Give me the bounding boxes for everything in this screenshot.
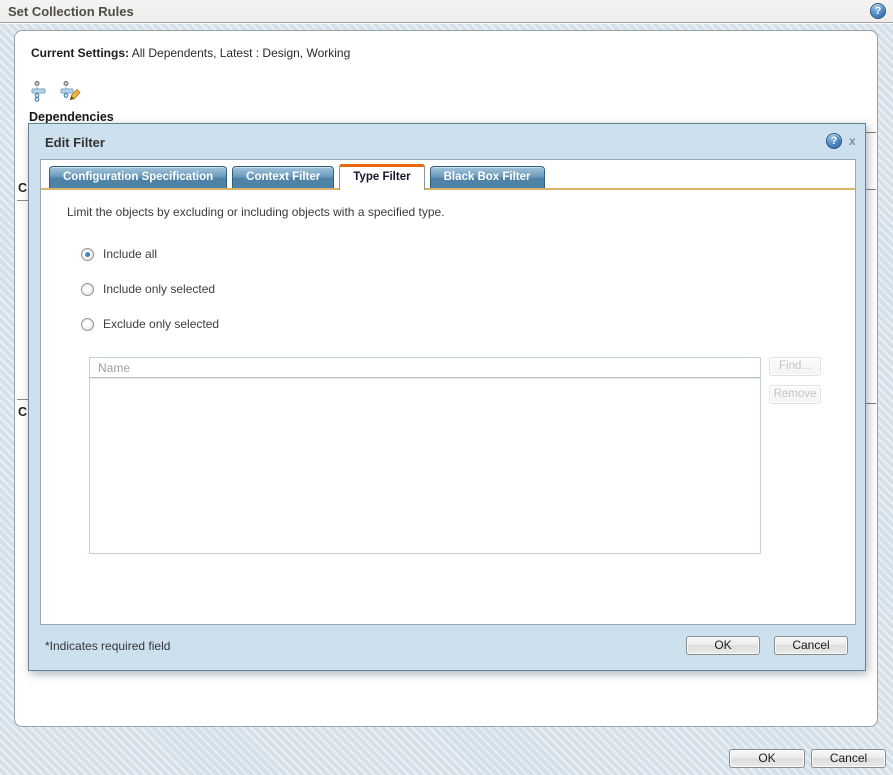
radio-include-only-selected[interactable]: Include only selected xyxy=(81,282,855,296)
remove-button[interactable]: Remove xyxy=(769,385,821,404)
tab-type-filter[interactable]: Type Filter xyxy=(339,164,425,190)
type-list-area: Name Find... Remove xyxy=(89,357,855,554)
current-settings-value: All Dependents, Latest : Design, Working xyxy=(131,46,351,60)
filter-tabstrip: Configuration Specification Context Filt… xyxy=(41,160,855,190)
dependencies-tree-icon[interactable] xyxy=(30,80,52,102)
radio-button-icon[interactable] xyxy=(81,317,94,331)
hidden-section-fragment: C xyxy=(18,405,28,419)
tabstrip-underline xyxy=(41,188,855,190)
ok-button[interactable]: OK xyxy=(729,749,805,768)
hidden-separator-fragment xyxy=(866,189,876,190)
tab-black-box-filter[interactable]: Black Box Filter xyxy=(429,166,545,188)
hidden-separator-fragment xyxy=(17,399,28,400)
list-button-column: Find... Remove xyxy=(769,357,821,554)
hidden-separator-fragment xyxy=(866,403,876,404)
type-filter-radio-group: Include all Include only selected Exclud… xyxy=(81,247,855,331)
page-title: Set Collection Rules xyxy=(8,4,134,19)
edit-filter-dialog: Edit Filter ? x Configuration Specificat… xyxy=(28,123,866,671)
ok-button[interactable]: OK xyxy=(686,636,760,655)
hidden-separator-fragment xyxy=(17,200,28,201)
type-name-list[interactable]: Name xyxy=(89,357,761,554)
dependencies-toolbar xyxy=(30,80,82,102)
help-icon[interactable]: ? xyxy=(870,3,886,19)
radio-label: Include all xyxy=(103,247,158,261)
radio-exclude-only-selected[interactable]: Exclude only selected xyxy=(81,317,855,331)
help-icon[interactable]: ? xyxy=(826,133,842,149)
current-settings-label: Current Settings: xyxy=(31,46,130,60)
filter-tab-panel: Configuration Specification Context Filt… xyxy=(40,159,856,625)
name-column-header[interactable]: Name xyxy=(90,358,760,378)
find-button[interactable]: Find... xyxy=(769,357,821,376)
cancel-button[interactable]: Cancel xyxy=(811,749,886,768)
tab-context-filter[interactable]: Context Filter xyxy=(232,166,335,188)
radio-include-all[interactable]: Include all xyxy=(81,247,855,261)
page-header: Set Collection Rules ? xyxy=(0,0,893,23)
radio-label: Include only selected xyxy=(103,282,216,296)
radio-button-icon[interactable] xyxy=(81,247,94,261)
hidden-separator-fragment xyxy=(866,132,876,133)
dependencies-section-label: Dependencies xyxy=(29,110,114,124)
edit-dependencies-tree-icon[interactable] xyxy=(60,80,82,102)
cancel-button[interactable]: Cancel xyxy=(774,636,848,655)
current-settings: Current Settings: All Dependents, Latest… xyxy=(31,46,350,60)
close-icon[interactable]: x xyxy=(847,133,858,149)
hidden-section-fragment: C xyxy=(18,181,28,195)
dialog-title: Edit Filter xyxy=(45,135,105,150)
tab-configuration-specification[interactable]: Configuration Specification xyxy=(49,166,228,188)
type-filter-description: Limit the objects by excluding or includ… xyxy=(67,205,445,219)
radio-label: Exclude only selected xyxy=(103,317,220,331)
required-field-note: *Indicates required field xyxy=(45,639,171,653)
radio-button-icon[interactable] xyxy=(81,282,94,296)
